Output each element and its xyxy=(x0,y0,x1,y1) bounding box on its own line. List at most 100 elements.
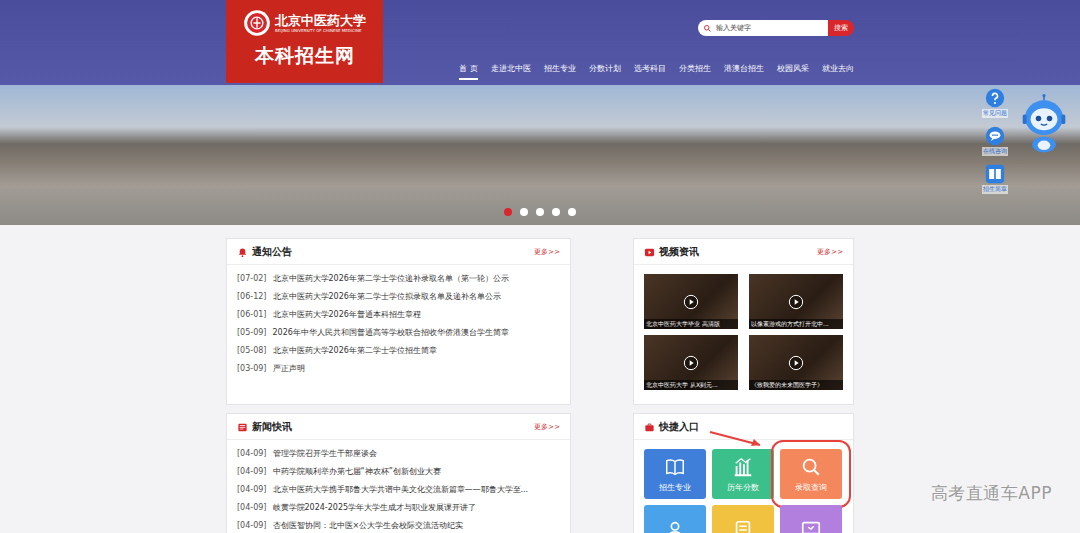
chart-icon xyxy=(732,456,754,478)
video-caption[interactable]: 《致我爱的未来国医学子》 xyxy=(749,380,843,390)
row-date: [04-09] xyxy=(237,445,267,463)
row-date: [06-12] xyxy=(237,288,267,306)
more-link[interactable]: 更多>> xyxy=(534,422,560,432)
row-title[interactable]: 北京中医药大学携手耶鲁大学共谱中美文化交流新篇章——耶鲁大学至... xyxy=(273,481,529,499)
nav-item[interactable]: 分数计划 xyxy=(589,63,621,80)
person-icon xyxy=(664,519,686,533)
row-date: [04-09] xyxy=(237,499,267,517)
carousel-dot[interactable] xyxy=(568,208,576,216)
floating-tool-label[interactable]: 在线咨询 xyxy=(982,147,1008,156)
video-caption[interactable]: 北京中医药大学 从X到元... xyxy=(644,380,738,390)
news-card: 新闻快讯 更多>> [04-09] 管理学院召开学生干部座谈会 [04-09] 中药学院顺… xyxy=(226,413,571,533)
tile-highlight-frame xyxy=(644,505,706,533)
list-row[interactable]: [06-12] 北京中医药大学2026年第二学士学位拟录取名单及递补名单公示 xyxy=(237,288,560,306)
video-caption[interactable]: 以像素游戏的方式打开北中... xyxy=(749,319,843,329)
nav-item[interactable]: 走进北中医 xyxy=(491,63,531,80)
section-title: 新闻快讯 xyxy=(252,420,292,434)
search-input[interactable] xyxy=(712,24,828,32)
row-title[interactable]: 严正声明 xyxy=(273,360,305,378)
more-link[interactable]: 更多>> xyxy=(534,247,560,257)
row-title[interactable]: 北京中医药大学2026年第二学士学位招生简章 xyxy=(273,342,437,360)
quick-tile[interactable]: 录取查询 xyxy=(780,449,842,499)
site-title: 本科招生网 xyxy=(255,43,355,69)
watermark: 高考直通车APP xyxy=(931,482,1052,505)
quick-tile[interactable]: 历年分数 xyxy=(712,449,774,499)
main-content: 通知公告更多>>[07-02]北京中医药大学2026年第二学士学位递补录取名单（… xyxy=(226,225,854,533)
search-icon xyxy=(703,24,712,33)
search-button[interactable]: 搜索 xyxy=(828,20,854,36)
tile-highlight-frame xyxy=(712,505,774,533)
section-title: 通知公告 xyxy=(252,245,292,259)
nav-item[interactable]: 分类招生 xyxy=(679,63,711,80)
question-icon xyxy=(985,88,1005,108)
list-row[interactable]: [04-09] 管理学院召开学生干部座谈会 xyxy=(237,445,560,463)
briefcase-icon xyxy=(644,422,655,433)
book-icon xyxy=(664,456,686,478)
play-icon xyxy=(788,294,804,310)
floating-tool[interactable]: 常见问题 xyxy=(982,88,1008,118)
search-bar: 搜索 xyxy=(698,20,854,36)
video-thumbnail[interactable]: 以像素游戏的方式打开北中... xyxy=(749,274,843,329)
nav-item[interactable]: 选考科目 xyxy=(634,63,666,80)
tile-label[interactable]: 历年分数 xyxy=(727,482,759,493)
carousel-dot[interactable] xyxy=(536,208,544,216)
video-card: 视频资讯更多>>北京中医药大学毕业 高清版以像素游戏的方式打开北中...北京中医… xyxy=(633,238,854,405)
row-title[interactable]: 北京中医药大学2026年普通本科招生章程 xyxy=(273,306,421,324)
video-thumbnail[interactable]: 《致我爱的未来国医学子》 xyxy=(749,335,843,390)
more-link[interactable]: 更多>> xyxy=(817,247,843,257)
document-icon xyxy=(732,519,754,533)
floating-tool-label[interactable]: 招生简章 xyxy=(982,185,1008,194)
list-row[interactable]: [04-09] 中药学院顺利举办第七届“神农杯”创新创业大赛 xyxy=(237,463,560,481)
robot-mascot-icon xyxy=(1014,86,1074,162)
list-row[interactable]: [07-02] 北京中医药大学2026年第二学士学位递补录取名单（第一轮）公示 xyxy=(237,270,560,288)
row-title[interactable]: 岐黄学院2024-2025学年大学生成才与职业发展课开讲了 xyxy=(273,499,477,517)
row-date: [07-02] xyxy=(237,270,267,288)
list-row[interactable]: [03-09] 严正声明 xyxy=(237,360,560,378)
row-title[interactable]: 北京中医药大学2026年第二学士学位拟录取名单及递补名单公示 xyxy=(273,288,501,306)
floating-tool[interactable]: 招生简章 xyxy=(982,164,1008,194)
video-caption[interactable]: 北京中医药大学毕业 高清版 xyxy=(644,319,738,329)
quick-links-card: 快捷入口招生专业历年分数录取查询 xyxy=(633,413,854,533)
floating-tool[interactable]: 在线咨询 xyxy=(982,126,1008,156)
tile-label[interactable]: 录取查询 xyxy=(795,482,827,493)
list-row[interactable]: [05-08] 北京中医药大学2026年第二学士学位招生简章 xyxy=(237,342,560,360)
list-row[interactable]: [05-09] 2026年中华人民共和国普通高等学校联合招收华侨港澳台学生简章 xyxy=(237,324,560,342)
carousel-dot[interactable] xyxy=(552,208,560,216)
tile-label[interactable]: 招生专业 xyxy=(659,482,691,493)
nav-item[interactable]: 招生专业 xyxy=(544,63,576,80)
nav-item[interactable]: 校园风采 xyxy=(777,63,809,80)
magnifier-icon xyxy=(800,456,822,478)
row-title[interactable]: 中药学院顺利举办第七届“神农杯”创新创业大赛 xyxy=(273,463,441,481)
video-thumbnail[interactable]: 北京中医药大学毕业 高清版 xyxy=(644,274,738,329)
video-thumbnail[interactable]: 北京中医药大学 从X到元... xyxy=(644,335,738,390)
row-title[interactable]: 2026年中华人民共和国普通高等学校联合招收华侨港澳台学生简章 xyxy=(273,324,509,342)
university-english-name: BEIJING UNIVERSITY OF CHINESE MEDICINE xyxy=(275,28,366,33)
nav-item[interactable]: 首 页 xyxy=(459,63,478,80)
floating-tool-label[interactable]: 常见问题 xyxy=(982,109,1008,118)
play-icon xyxy=(683,355,699,371)
row-date: [05-08] xyxy=(237,342,267,360)
nav-item[interactable]: 就业去向 xyxy=(822,63,854,80)
carousel-dot[interactable] xyxy=(504,208,512,216)
quick-tile[interactable]: 招生专业 xyxy=(644,449,706,499)
row-title[interactable]: 管理学院召开学生干部座谈会 xyxy=(273,445,377,463)
quick-tile[interactable] xyxy=(780,505,842,533)
annotation-arrow-icon xyxy=(708,430,764,450)
nav-item[interactable]: 港澳台招生 xyxy=(724,63,764,80)
row-date: [04-09] xyxy=(237,463,267,481)
row-title[interactable]: 北京中医药大学2026年第二学士学位递补录取名单（第一轮）公示 xyxy=(273,270,509,288)
quick-tile[interactable] xyxy=(712,505,774,533)
chat-icon xyxy=(985,126,1005,146)
list-row[interactable]: [04-09]杏创医智协同：北中医×公大学生会校际交流活动纪实 xyxy=(237,517,560,533)
row-date: [03-09] xyxy=(237,360,267,378)
carousel-dot[interactable] xyxy=(520,208,528,216)
list-row[interactable]: [04-09] 岐黄学院2024-2025学年大学生成才与职业发展课开讲了 xyxy=(237,499,560,517)
list-row[interactable]: [06-01]北京中医药大学2026年普通本科招生章程 xyxy=(237,306,560,324)
row-date: [05-09] xyxy=(237,324,267,342)
site-logo[interactable]: 北京中医药大学BEIJING UNIVERSITY OF CHINESE MED… xyxy=(226,0,383,83)
list-row[interactable]: [04-09]北京中医药大学携手耶鲁大学共谱中美文化交流新篇章——耶鲁大学至..… xyxy=(237,481,560,499)
notice-card: 通知公告 更多>> [07-02] 北京中医药大学2026年第二学士学位递补录取名单（… xyxy=(226,238,571,405)
play-icon xyxy=(683,294,699,310)
quick-tile[interactable] xyxy=(644,505,706,533)
row-title[interactable]: 杏创医智协同：北中医×公大学生会校际交流活动纪实 xyxy=(273,517,464,533)
